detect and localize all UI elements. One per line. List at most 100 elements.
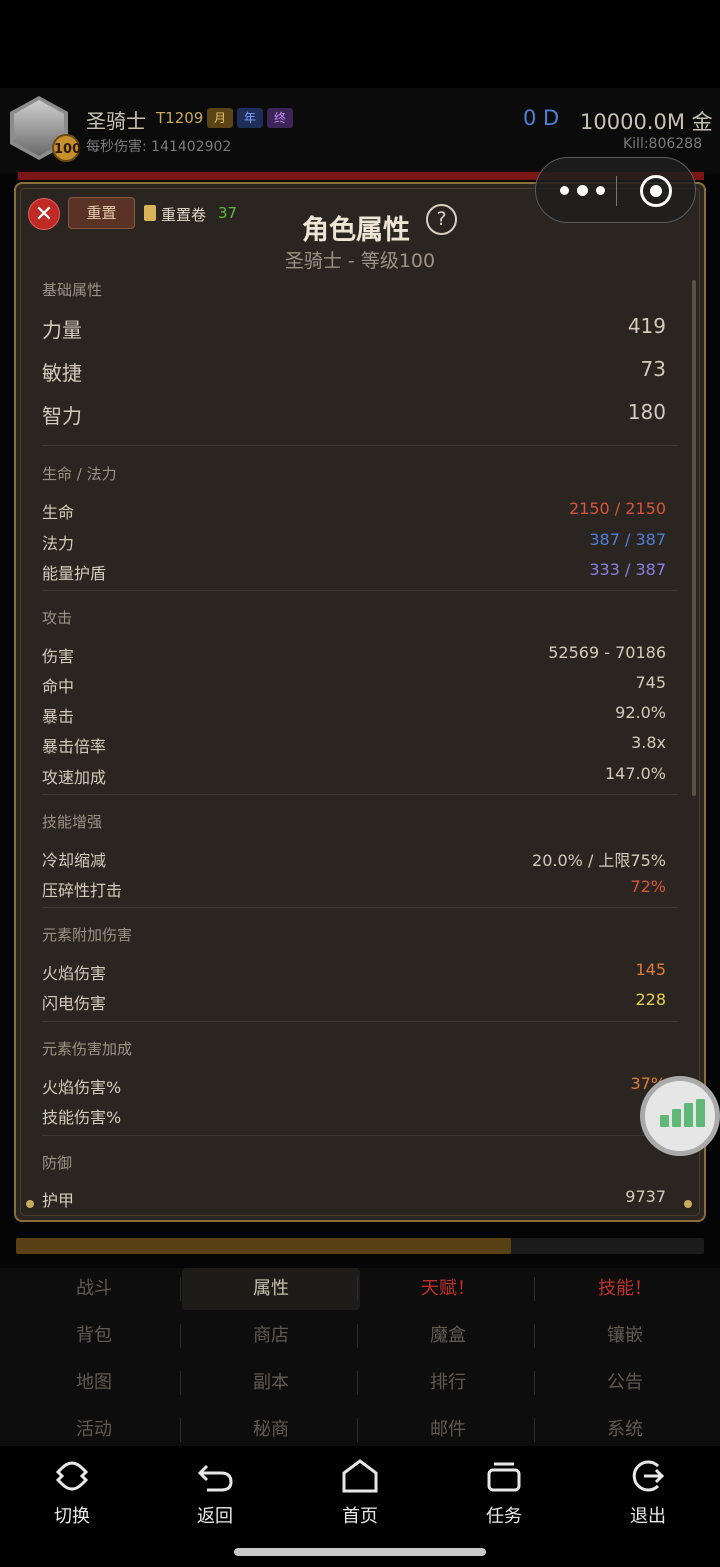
- tasks-label: 任务: [486, 1506, 522, 1527]
- stat-value: 72%: [630, 877, 666, 896]
- stat-label: 压碎性打击: [42, 881, 123, 900]
- help-icon[interactable]: ?: [426, 204, 457, 235]
- menu-item[interactable]: 魔盒: [359, 1315, 537, 1357]
- status-bar: [0, 0, 720, 88]
- gold-balance: 10000.0M 金: [580, 110, 713, 134]
- stat-label: 暴击倍率: [42, 737, 107, 756]
- divider: [42, 1021, 678, 1022]
- lifetime-badge: 终: [267, 108, 293, 128]
- menu-divider: [180, 1324, 181, 1348]
- avatar[interactable]: 100: [10, 96, 81, 162]
- divider: [42, 907, 678, 908]
- menu-item[interactable]: 背包: [5, 1315, 183, 1357]
- section-title-base: 基础属性: [42, 281, 103, 299]
- floating-stats-button[interactable]: [640, 1076, 720, 1156]
- menu-divider: [534, 1277, 535, 1301]
- stat-value: 333 / 387: [589, 560, 666, 579]
- dps-readout: 每秒伤害: 141402902: [86, 139, 232, 155]
- back-label: 返回: [197, 1506, 233, 1527]
- exit-label: 退出: [630, 1506, 666, 1527]
- attributes-dialog: [14, 182, 706, 1222]
- stat-value: 92.0%: [615, 703, 666, 722]
- dialog-title: 角色属性: [302, 215, 410, 246]
- stat-label: 命中: [42, 677, 75, 696]
- stat-value: 228: [635, 990, 666, 1009]
- stat-value: 9737: [625, 1187, 666, 1206]
- stat-label: 敏捷: [42, 361, 82, 385]
- menu-item[interactable]: 排行: [359, 1362, 537, 1404]
- divider: [42, 590, 678, 591]
- stat-value: 73: [640, 357, 666, 381]
- experience-bar: [16, 1238, 704, 1254]
- character-name: 圣骑士: [86, 109, 146, 133]
- menu-divider: [180, 1418, 181, 1442]
- yearly-badge: 年: [237, 108, 263, 128]
- game-menu: 战斗 属性 天赋！ 技能！ 背包 商店 魔盒 镶嵌 地图 副本 排行 公告 活动 秘商 邮件 系统: [0, 1268, 720, 1446]
- tasks-button[interactable]: 任务: [464, 1456, 544, 1528]
- section-title-skill: 技能增强: [42, 813, 103, 831]
- menu-divider: [534, 1418, 535, 1442]
- stat-label: 技能伤害%: [42, 1108, 122, 1127]
- switch-button[interactable]: 切换: [32, 1456, 112, 1528]
- close-miniprogram-icon[interactable]: [640, 175, 672, 207]
- stat-value: 2150 / 2150: [569, 499, 666, 518]
- reset-button[interactable]: 重置: [68, 197, 135, 229]
- menu-divider: [357, 1277, 358, 1301]
- menu-item[interactable]: 战斗: [5, 1268, 183, 1310]
- back-button[interactable]: 返回: [175, 1456, 255, 1528]
- menu-item[interactable]: 秘商: [182, 1409, 360, 1451]
- menu-item[interactable]: 活动: [5, 1409, 183, 1451]
- menu-item[interactable]: 镶嵌: [536, 1315, 714, 1357]
- stat-value: 3.8x: [631, 733, 666, 752]
- switch-label: 切换: [54, 1506, 90, 1527]
- section-title-attack: 攻击: [42, 609, 73, 627]
- home-indicator: [234, 1548, 486, 1556]
- monthly-badge: 月: [207, 108, 233, 128]
- exit-button[interactable]: 退出: [608, 1456, 688, 1528]
- level-badge: 100: [52, 134, 81, 162]
- stat-value: 20.0% / 上限75%: [532, 851, 666, 870]
- stat-label: 冷却缩减: [42, 851, 107, 870]
- stat-label: 力量: [42, 318, 82, 342]
- menu-item[interactable]: 地图: [5, 1362, 183, 1404]
- experience-bar-fill: [16, 1238, 512, 1254]
- reset-scroll-icon: [144, 205, 156, 221]
- stat-value: 52569 - 70186: [548, 643, 666, 662]
- menu-item[interactable]: 属性: [182, 1268, 360, 1310]
- menu-item[interactable]: 商店: [182, 1315, 360, 1357]
- scrollbar[interactable]: [692, 280, 696, 796]
- home-button[interactable]: 首页: [320, 1456, 400, 1528]
- section-title-element: 元素附加伤害: [42, 926, 133, 944]
- stat-label: 能量护盾: [42, 564, 107, 583]
- menu-item[interactable]: 技能！: [536, 1268, 714, 1310]
- menu-item[interactable]: 系统: [536, 1409, 714, 1451]
- divider: [42, 445, 678, 446]
- stat-label: 护甲: [42, 1191, 75, 1210]
- kill-count: Kill:806288: [622, 136, 702, 152]
- menu-item[interactable]: 公告: [536, 1362, 714, 1404]
- section-title-life: 生命 / 法力: [42, 465, 117, 483]
- dialog-close-button[interactable]: ✕: [28, 198, 60, 230]
- switch-icon: [52, 1456, 92, 1496]
- tasks-icon: [484, 1456, 524, 1496]
- more-dots-icon[interactable]: [556, 176, 616, 206]
- home-label: 首页: [342, 1506, 378, 1527]
- section-title-defense: 防御: [42, 1154, 73, 1172]
- stat-label: 生命: [42, 503, 75, 522]
- stat-label: 伤害: [42, 647, 75, 666]
- reset-scroll-label: 重置卷: [161, 206, 207, 224]
- menu-item[interactable]: 副本: [182, 1362, 360, 1404]
- stat-label: 法力: [42, 534, 75, 553]
- menu-divider: [534, 1324, 535, 1348]
- stat-value: 419: [627, 314, 666, 338]
- menu-item[interactable]: 天赋！: [359, 1268, 537, 1310]
- stat-value: 180: [627, 400, 666, 424]
- menu-divider: [357, 1324, 358, 1348]
- corner-ornament: [26, 1200, 34, 1208]
- diamond-balance: 0 D: [523, 106, 560, 130]
- stat-label: 闪电伤害: [42, 994, 107, 1013]
- capsule-divider: [616, 176, 617, 206]
- menu-item[interactable]: 邮件: [359, 1409, 537, 1451]
- character-tier: T1209: [156, 109, 204, 127]
- exit-icon: [628, 1456, 668, 1496]
